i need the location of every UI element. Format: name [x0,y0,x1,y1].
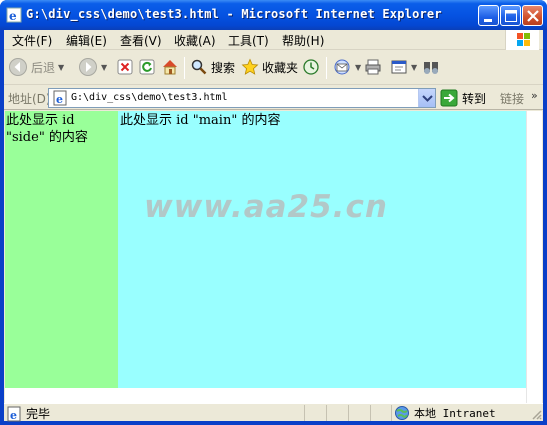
status-divider [326,405,327,421]
back-dropdown-icon[interactable]: ▼ [58,63,64,72]
status-divider [304,405,305,421]
status-text: 完毕 [26,407,51,421]
main-text: 此处显示 id "main" 的内容 [120,113,281,128]
forward-button[interactable]: ▼ [78,55,107,79]
mail-dropdown-icon[interactable]: ▼ [355,63,361,72]
links-button[interactable]: 链接 [500,90,524,107]
menu-bar: 文件(F) 编辑(E) 查看(V) 收藏(A) 工具(T) 帮助(H) [4,30,543,50]
close-icon [527,10,539,22]
maximize-icon [505,10,517,22]
toolbar-separator [326,57,327,79]
home-icon [163,60,177,75]
chevron-down-icon [422,95,433,102]
mail-icon [334,59,350,75]
forward-dropdown-icon[interactable]: ▼ [101,63,107,72]
menu-tools[interactable]: 工具(T) [228,32,269,49]
svg-text:e: e [9,9,17,23]
status-bar: e 完毕 本地 Intranet [4,403,543,422]
edit-icon [391,60,407,74]
toolbar-separator [184,57,185,79]
print-button[interactable] [364,55,382,79]
status-divider [370,405,371,421]
intranet-globe-icon [395,406,409,420]
go-arrow-icon [440,89,458,107]
research-icon [424,62,438,74]
main-div: 此处显示 id "main" 的内容 www.aa25.cn [118,111,526,388]
status-divider [348,405,349,421]
zone-text: 本地 Intranet [414,407,496,420]
search-button[interactable]: 搜索 [190,55,235,79]
vertical-scrollbar[interactable] [526,111,542,403]
resize-grip-icon[interactable] [530,408,542,420]
window-title: G:\div_css\demo\test3.html - Microsoft I… [26,7,442,21]
search-icon [191,59,207,75]
address-url: G:\div_css\demo\test3.html [71,92,228,103]
forward-icon [79,58,97,76]
status-done: e 完毕 [6,405,50,422]
side-div: 此处显示 id "side" 的内容 [5,111,118,388]
go-button[interactable]: 转到 [440,89,486,107]
watermark: www.aa25.cn [144,189,388,225]
address-dropdown-button[interactable] [418,89,435,107]
close-button[interactable] [522,5,543,26]
refresh-icon [139,59,155,75]
minimize-icon [484,19,492,22]
menu-edit[interactable]: 编辑(E) [66,32,107,49]
links-chevron-icon[interactable]: » [531,89,538,102]
back-button[interactable]: 后退 ▼ [8,55,64,79]
client-area: 文件(F) 编辑(E) 查看(V) 收藏(A) 工具(T) 帮助(H) 后退 ▼… [4,30,543,422]
menu-view[interactable]: 查看(V) [120,32,162,49]
research-button[interactable] [422,55,440,79]
browser-window: e G:\div_css\demo\test3.html - Microsoft… [0,0,547,425]
address-label: 地址(D) [8,92,51,106]
print-icon [365,59,381,75]
title-bar[interactable]: e G:\div_css\demo\test3.html - Microsoft… [0,0,547,30]
status-divider [391,405,392,421]
favorites-label: 收藏夹 [262,60,299,75]
svg-text:e: e [10,409,17,422]
edit-button[interactable]: ▼ [390,55,417,79]
refresh-button[interactable] [138,55,156,79]
favorites-star-icon [241,58,259,75]
history-icon [303,59,319,75]
search-label: 搜索 [211,60,236,75]
standard-toolbar: 后退 ▼ ▼ 搜索 收藏夹 ▼ ▼ [4,51,543,85]
home-button[interactable] [160,55,180,79]
minimize-button[interactable] [478,5,499,26]
side-text: 此处显示 id "side" 的内容 [6,113,88,145]
page-icon: e [53,90,67,106]
address-bar: 地址(D) e G:\div_css\demo\test3.html 转到 链接… [4,86,543,110]
favorites-button[interactable]: 收藏夹 [241,55,298,79]
back-label: 后退 [31,60,56,75]
windows-flag-icon [517,33,530,46]
security-zone[interactable]: 本地 Intranet [394,405,496,421]
windows-flag [505,30,539,50]
ie-icon: e [6,7,22,23]
stop-icon [117,59,133,75]
edit-dropdown-icon[interactable]: ▼ [411,63,417,72]
back-icon [9,58,27,76]
menu-file[interactable]: 文件(F) [12,32,52,49]
history-button[interactable] [302,55,320,79]
go-label: 转到 [462,91,487,106]
maximize-button[interactable] [500,5,521,26]
menu-help[interactable]: 帮助(H) [282,32,324,49]
mail-button[interactable]: ▼ [332,55,361,79]
stop-button[interactable] [116,55,134,79]
address-input[interactable]: e G:\div_css\demo\test3.html [48,88,436,108]
done-page-icon: e [7,406,21,422]
menu-favorites[interactable]: 收藏(A) [174,32,216,49]
page-viewport: 此处显示 id "side" 的内容 此处显示 id "main" 的内容 ww… [5,111,542,403]
svg-text:e: e [56,93,63,106]
